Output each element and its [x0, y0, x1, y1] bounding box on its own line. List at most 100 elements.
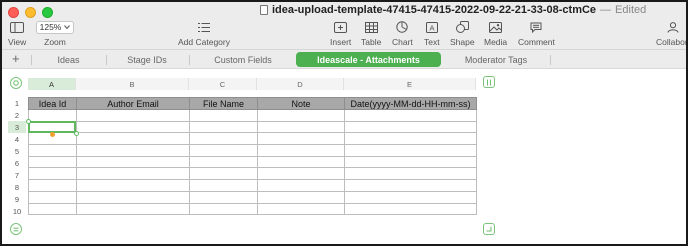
row-header-6[interactable]: 6: [8, 157, 26, 169]
table-cell[interactable]: [344, 190, 477, 204]
table-cell[interactable]: [257, 120, 345, 134]
table-cell[interactable]: [76, 190, 190, 204]
table-cell[interactable]: [189, 202, 258, 216]
app-window: idea-upload-template-47415-47415-2022-09…: [0, 0, 688, 246]
zoom-control[interactable]: 125% Zoom: [36, 20, 74, 47]
row-header-3[interactable]: 3: [8, 121, 26, 133]
fullscreen-button[interactable]: [42, 7, 53, 18]
row-header-10[interactable]: 10: [8, 205, 26, 217]
table-cell[interactable]: [257, 144, 345, 157]
category-list-icon: [197, 20, 210, 34]
comment-label: Comment: [518, 37, 555, 47]
tab-stage-ids[interactable]: Stage IDs: [107, 52, 187, 67]
table-cell[interactable]: [344, 120, 477, 134]
row-header-9[interactable]: 9: [8, 193, 26, 205]
table-cell[interactable]: [28, 202, 77, 216]
table-cell[interactable]: [344, 132, 477, 146]
header-cell-date[interactable]: Date(yyyy-MM-dd-HH-mm-ss): [344, 97, 477, 110]
table-cell[interactable]: [28, 190, 77, 204]
table-cell[interactable]: [189, 120, 258, 134]
selection-handle[interactable]: [26, 119, 31, 124]
table-cell[interactable]: [257, 109, 345, 122]
table-cell[interactable]: [257, 202, 345, 216]
column-header-b[interactable]: B: [76, 78, 189, 90]
text-button[interactable]: A Text: [424, 20, 440, 47]
table-cell[interactable]: [257, 179, 345, 192]
minimize-button[interactable]: [25, 7, 36, 18]
table-cell[interactable]: [189, 109, 258, 122]
table-cell[interactable]: [28, 167, 77, 181]
close-button[interactable]: [8, 7, 19, 18]
table-cell[interactable]: [189, 167, 258, 181]
table-cell[interactable]: [76, 202, 190, 216]
table-cell[interactable]: [28, 155, 77, 169]
tab-ideas[interactable]: Ideas: [32, 52, 105, 67]
table-cell[interactable]: [257, 190, 345, 204]
table-cell[interactable]: [76, 155, 190, 169]
autofill-handle[interactable]: [50, 132, 55, 137]
header-cell-note[interactable]: Note: [257, 97, 345, 110]
table-cell[interactable]: [257, 167, 345, 181]
header-cell-file-name[interactable]: File Name: [189, 97, 258, 110]
table-cell[interactable]: [76, 132, 190, 146]
column-header-strip: A B C D E: [28, 78, 476, 90]
row-header-7[interactable]: 7: [8, 169, 26, 181]
equals-icon: [13, 227, 19, 231]
zoom-dropdown[interactable]: 125%: [36, 20, 74, 34]
table-cell[interactable]: [189, 144, 258, 157]
table-cell[interactable]: [76, 120, 190, 134]
pause-bars-icon: [487, 79, 491, 85]
table-cell[interactable]: [28, 144, 77, 157]
table-cell[interactable]: [344, 179, 477, 192]
column-header-e[interactable]: E: [344, 78, 476, 90]
header-cell-idea-id[interactable]: Idea Id: [28, 97, 77, 110]
table-cell[interactable]: [189, 155, 258, 169]
row-header-1[interactable]: 1: [8, 97, 26, 109]
table-cell[interactable]: [344, 144, 477, 157]
column-header-c[interactable]: C: [189, 78, 257, 90]
table-cell[interactable]: [344, 167, 477, 181]
add-row-handle[interactable]: [10, 223, 22, 235]
tab-ideascale-attachments[interactable]: Ideascale - Attachments: [296, 52, 441, 67]
table-button[interactable]: Table: [361, 20, 381, 47]
row-header-5[interactable]: 5: [8, 145, 26, 157]
row-header-2[interactable]: 2: [8, 109, 26, 121]
table-cell[interactable]: [189, 132, 258, 146]
add-category-button[interactable]: Add Category: [178, 20, 230, 47]
media-button[interactable]: Media: [484, 20, 507, 47]
table-cell[interactable]: [344, 109, 477, 122]
table-cell[interactable]: [257, 132, 345, 146]
row-header-8[interactable]: 8: [8, 181, 26, 193]
table-row: [28, 144, 477, 157]
selection-handle[interactable]: [74, 131, 79, 136]
row-header-4[interactable]: 4: [8, 133, 26, 145]
collaborate-button[interactable]: Collabora: [656, 20, 686, 47]
table-cell[interactable]: [76, 167, 190, 181]
table-cell[interactable]: [28, 109, 77, 122]
add-sheet-button[interactable]: +: [12, 51, 20, 66]
comment-button[interactable]: Comment: [518, 20, 555, 47]
table-cell[interactable]: [189, 179, 258, 192]
table-cell[interactable]: [344, 202, 477, 216]
table-row: [28, 132, 477, 146]
table-cell[interactable]: [76, 144, 190, 157]
table-cell[interactable]: [76, 109, 190, 122]
add-column-handle[interactable]: [483, 76, 495, 88]
header-cell-author-email[interactable]: Author Email: [76, 97, 190, 110]
insert-button[interactable]: Insert: [330, 20, 351, 47]
table-cell[interactable]: [344, 155, 477, 169]
select-table-button[interactable]: [10, 77, 22, 89]
tab-moderator-tags[interactable]: Moderator Tags: [444, 52, 548, 67]
view-button[interactable]: View: [8, 20, 26, 47]
table-cell[interactable]: [28, 179, 77, 192]
table-cell[interactable]: [189, 190, 258, 204]
tab-custom-fields[interactable]: Custom Fields: [190, 52, 296, 67]
table-cell[interactable]: [76, 179, 190, 192]
column-header-d[interactable]: D: [257, 78, 344, 90]
table-cell[interactable]: [257, 155, 345, 169]
resize-table-handle[interactable]: [483, 223, 495, 235]
column-header-a[interactable]: A: [28, 78, 76, 90]
shape-button[interactable]: Shape: [450, 20, 475, 47]
chart-button[interactable]: Chart: [392, 20, 413, 47]
document-icon: [260, 5, 268, 15]
